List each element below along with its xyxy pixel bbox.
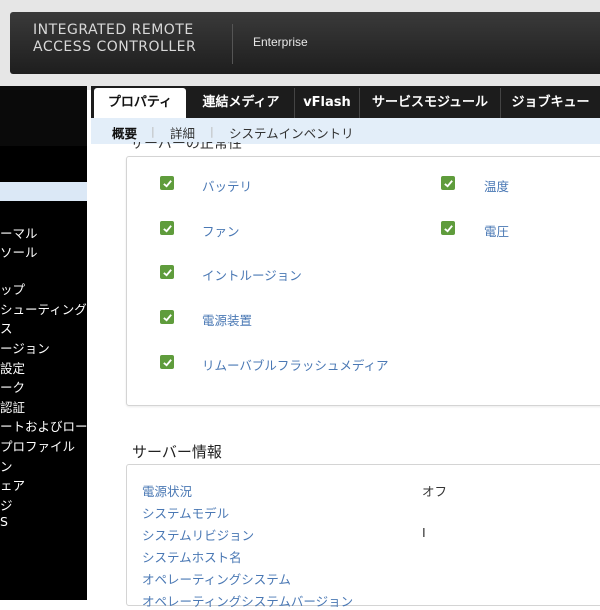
tab-properties[interactable]: プロパティ (94, 88, 186, 118)
check-icon (160, 221, 174, 235)
header-divider (232, 24, 233, 64)
product-name: INTEGRATED REMOTE ACCESS CONTROLLER (33, 22, 197, 55)
sidebar: ーマル ソール ップ シューティング ス ージョン 設定 ーク 認証 ートおよび… (0, 86, 87, 600)
check-icon (441, 176, 455, 190)
sidebar-item[interactable]: ェア (0, 475, 25, 494)
subtab-details[interactable]: 詳細 (170, 123, 195, 142)
sidebar-item[interactable]: ン (0, 456, 13, 475)
tab-job-queue[interactable]: ジョブキュー (501, 88, 600, 118)
tab-attached-media[interactable]: 連結メディア (188, 88, 295, 118)
component-removable-flash-media[interactable]: リムーバブルフラッシュメディア (202, 355, 389, 374)
tab-vflash[interactable]: vFlash (295, 88, 360, 118)
sidebar-item[interactable]: シューティング (0, 299, 87, 318)
sidebar-item[interactable]: S (0, 514, 8, 529)
component-power-supply[interactable]: 電源装置 (202, 310, 252, 329)
edition-label: Enterprise (253, 35, 308, 49)
check-icon (160, 176, 174, 190)
sidebar-item[interactable]: ソール (0, 242, 38, 261)
subtab-separator: | (210, 125, 214, 138)
sidebar-item[interactable]: ス (0, 318, 13, 337)
info-key-host-name: システムホスト名 (142, 550, 242, 565)
subtab-system-inventory[interactable]: システムインベントリ (229, 123, 354, 142)
server-info-title: サーバー情報 (132, 443, 222, 461)
component-battery[interactable]: バッテリ (202, 176, 252, 195)
sidebar-item[interactable]: 認証 (0, 397, 25, 416)
check-icon (160, 355, 174, 369)
component-temperature[interactable]: 温度 (484, 176, 509, 195)
check-icon (160, 310, 174, 324)
info-key-power-state: 電源状況 (142, 484, 193, 499)
check-icon (441, 221, 455, 235)
info-key-system-model: システムモデル (142, 506, 230, 521)
subtab-summary[interactable]: 概要 (112, 123, 137, 142)
sidebar-item[interactable]: ーク (0, 377, 25, 396)
component-fan[interactable]: ファン (202, 221, 240, 240)
component-intrusion[interactable]: イントルージョン (202, 265, 302, 284)
info-value-system-revision: I (422, 525, 426, 540)
info-value-power-state: オフ (422, 484, 448, 499)
sidebar-item[interactable]: ジ (0, 495, 13, 514)
sidebar-item[interactable]: ートおよびロー (0, 416, 87, 435)
subtab-separator: | (151, 125, 155, 138)
sidebar-item[interactable]: プロファイル (0, 436, 75, 455)
check-icon (160, 265, 174, 279)
sidebar-item[interactable]: ージョン (0, 338, 50, 357)
sidebar-item[interactable]: ップ (0, 279, 25, 298)
info-key-os: オペレーティングシステム (142, 572, 291, 587)
sidebar-top (0, 86, 87, 146)
info-key-system-revision: システムリビジョン (142, 528, 255, 543)
info-key-os-version: オペレーティングシステムバージョン (142, 594, 354, 609)
sidebar-item[interactable]: 設定 (0, 358, 25, 377)
tab-service-module[interactable]: サービスモジュール (360, 88, 501, 118)
sidebar-selected-item[interactable] (0, 182, 87, 201)
component-voltage[interactable]: 電圧 (484, 221, 509, 240)
sidebar-item[interactable]: ーマル (0, 223, 38, 242)
